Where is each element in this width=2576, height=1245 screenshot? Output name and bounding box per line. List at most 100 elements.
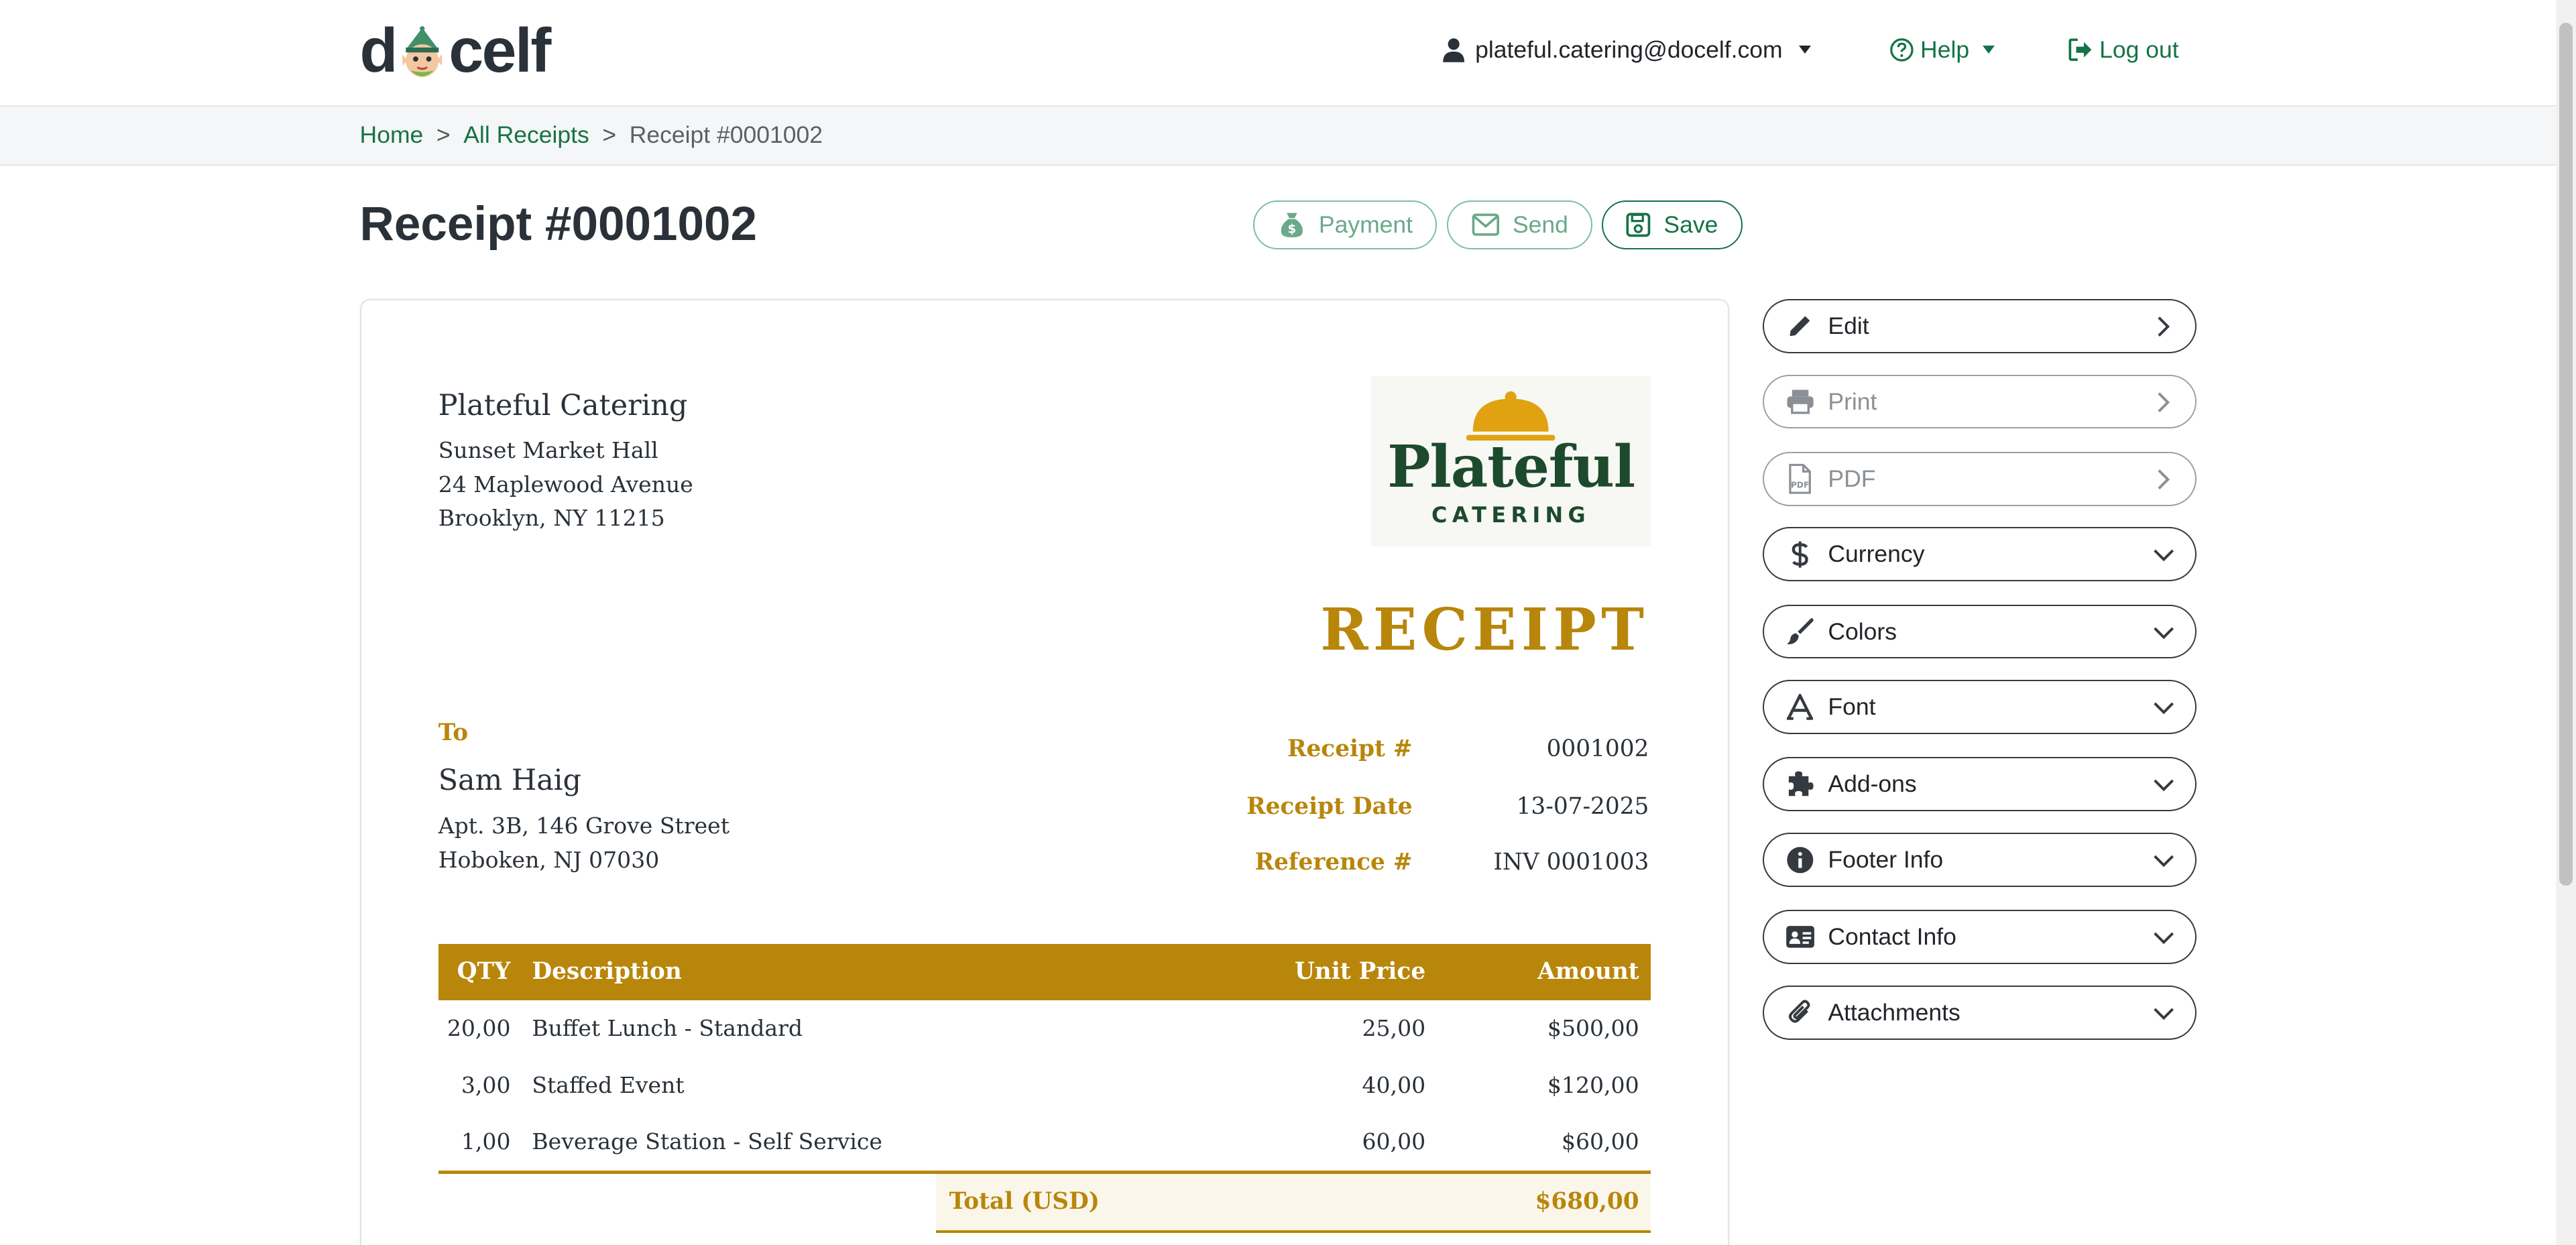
user-icon xyxy=(1443,38,1465,62)
help-label: Help xyxy=(1920,36,1970,63)
total-label: Total (USD) xyxy=(949,1188,1100,1216)
page-scrollbar[interactable] xyxy=(2556,0,2576,1245)
cell-description: Staffed Event xyxy=(532,1072,685,1099)
total-row: Total (USD) $680,00 xyxy=(936,1174,1651,1233)
total-value: $680,00 xyxy=(1535,1188,1639,1216)
chevron-right-icon xyxy=(2158,392,2170,412)
sidebar-addons-button[interactable]: Add-ons xyxy=(1762,757,2197,812)
contact-card-icon xyxy=(1785,926,1814,948)
company-logo: Plateful CATERING xyxy=(1371,375,1651,547)
top-navbar: d celf plateful.catering@docelf.com Help… xyxy=(0,0,2576,107)
payment-button[interactable]: $ Payment xyxy=(1253,200,1438,250)
company-logo-wordmark: Plateful xyxy=(1387,432,1635,501)
printer-icon xyxy=(1787,390,1814,414)
logout-icon xyxy=(2068,38,2091,62)
meta-value: INV 0001003 xyxy=(1493,849,1649,876)
logo-text-right: celf xyxy=(449,15,551,86)
col-header-description: Description xyxy=(532,958,682,986)
meta-value: 13-07-2025 xyxy=(1516,792,1649,820)
col-header-amount: Amount xyxy=(1537,958,1639,986)
cell-qty: 1,00 xyxy=(461,1128,511,1154)
sidebar-contact-info-button[interactable]: Contact Info xyxy=(1762,910,2197,965)
cell-qty: 3,00 xyxy=(461,1072,511,1099)
send-button[interactable]: Send xyxy=(1447,200,1593,250)
recipient-address-line: Hoboken, NJ 07030 xyxy=(438,846,660,873)
chevron-right-icon xyxy=(2158,469,2170,489)
logout-link[interactable]: Log out xyxy=(2068,36,2179,64)
sidebar-label: Footer Info xyxy=(1828,846,1944,874)
sidebar-label: Contact Info xyxy=(1828,923,1956,951)
breadcrumb-current: Receipt #0001002 xyxy=(629,121,823,149)
chevron-down-icon xyxy=(2154,932,2174,945)
sidebar-label: Colors xyxy=(1828,617,1897,645)
question-circle-icon xyxy=(1889,38,1914,62)
puzzle-icon xyxy=(1788,771,1814,796)
recipient-address: Apt. 3B, 146 Grove Street Hoboken, NJ 07… xyxy=(438,809,729,876)
sidebar-label: Attachments xyxy=(1828,998,1960,1026)
dollar-icon xyxy=(1792,541,1808,568)
sidebar-label: Edit xyxy=(1828,312,1869,339)
envelope-icon xyxy=(1472,214,1499,237)
brush-icon xyxy=(1787,617,1814,644)
table-row: 20,00 Buffet Lunch - Standard 25,00 $500… xyxy=(438,1000,1651,1056)
table-row: 3,00 Staffed Event 40,00 $120,00 xyxy=(438,1057,1651,1113)
sidebar-font-button[interactable]: Font xyxy=(1762,680,2197,735)
money-bag-icon: $ xyxy=(1281,213,1303,237)
sender-address-line: 24 Maplewood Avenue xyxy=(438,471,693,497)
sidebar-footer-info-button[interactable]: Footer Info xyxy=(1762,833,2197,887)
sender-name: Plateful Catering xyxy=(438,389,688,423)
paperclip-icon xyxy=(1789,1000,1810,1023)
meta-reference-number: Reference # INV 0001003 xyxy=(1067,849,1649,882)
user-menu[interactable]: plateful.catering@docelf.com xyxy=(1442,36,1812,64)
sidebar-label: PDF xyxy=(1828,465,1876,492)
sidebar-print-button[interactable]: Print xyxy=(1762,374,2197,429)
breadcrumb-home[interactable]: Home xyxy=(360,121,424,149)
recipient-address-line: Apt. 3B, 146 Grove Street xyxy=(438,813,730,839)
logo-text-left: d xyxy=(359,15,398,86)
cell-description: Beverage Station - Self Service xyxy=(532,1128,882,1154)
cell-unit-price: 60,00 xyxy=(1362,1128,1426,1154)
cell-unit-price: 25,00 xyxy=(1362,1014,1426,1041)
sender-block: Plateful Catering Sunset Market Hall 24 … xyxy=(438,389,693,535)
app-root: d celf plateful.catering@docelf.com Help… xyxy=(0,0,2576,1245)
chevron-down-icon xyxy=(1799,46,1812,54)
help-menu[interactable]: Help xyxy=(1889,36,1995,64)
sidebar-attachments-button[interactable]: Attachments xyxy=(1762,985,2197,1040)
info-icon xyxy=(1787,847,1814,874)
sidebar-currency-button[interactable]: Currency xyxy=(1762,527,2197,582)
meta-label: Receipt # xyxy=(1287,735,1413,763)
breadcrumb-separator: > xyxy=(602,121,617,149)
sender-address-line: Brooklyn, NY 11215 xyxy=(438,504,665,531)
chevron-down-icon xyxy=(1982,46,1995,54)
col-header-unit-price: Unit Price xyxy=(1294,958,1426,986)
meta-value: 0001002 xyxy=(1546,735,1649,763)
floppy-disk-icon xyxy=(1626,213,1651,237)
items-table-header: QTY Description Unit Price Amount xyxy=(438,944,1651,1000)
page-title: Receipt #0001002 xyxy=(359,198,758,251)
pencil-icon xyxy=(1790,316,1810,337)
cell-amount: $120,00 xyxy=(1547,1072,1639,1099)
meta-receipt-date: Receipt Date 13-07-2025 xyxy=(1067,793,1649,826)
document-heading: RECEIPT xyxy=(1320,595,1649,664)
scrollbar-thumb[interactable] xyxy=(2559,23,2573,886)
cell-description: Buffet Lunch - Standard xyxy=(532,1014,803,1041)
recipient-label: To xyxy=(438,719,469,746)
docelf-logo[interactable]: d celf xyxy=(359,15,552,86)
sidebar-pdf-button[interactable]: PDF PDF xyxy=(1762,451,2197,506)
sidebar-colors-button[interactable]: Colors xyxy=(1762,604,2197,659)
chevron-down-icon xyxy=(2154,1008,2174,1020)
svg-text:$: $ xyxy=(1287,222,1296,236)
breadcrumb-all-receipts[interactable]: All Receipts xyxy=(463,121,589,149)
chevron-down-icon xyxy=(2154,550,2174,562)
breadcrumb-separator: > xyxy=(436,121,451,149)
col-header-qty: QTY xyxy=(457,958,511,986)
sidebar-edit-button[interactable]: Edit xyxy=(1762,298,2197,353)
breadcrumb: Home > All Receipts > Receipt #0001002 xyxy=(360,121,823,149)
payment-label: Payment xyxy=(1318,211,1413,239)
sidebar-label: Add-ons xyxy=(1828,770,1917,798)
breadcrumb-bar: Home > All Receipts > Receipt #0001002 xyxy=(0,107,2576,166)
logout-label: Log out xyxy=(2099,36,2179,63)
save-button[interactable]: Save xyxy=(1601,200,1743,250)
user-email: plateful.catering@docelf.com xyxy=(1475,36,1783,63)
cell-unit-price: 40,00 xyxy=(1362,1072,1426,1099)
